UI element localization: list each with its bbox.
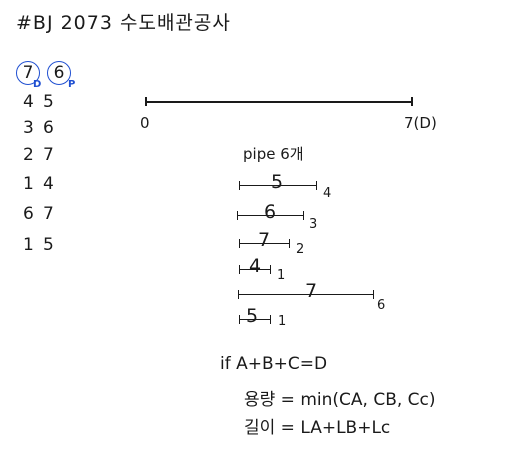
segment-length: 4 <box>323 186 332 201</box>
segment-capacity: 5 <box>246 305 259 327</box>
pipe-row: 15 <box>23 235 63 255</box>
pipe-length: 6 <box>23 204 34 224</box>
segment-capacity: 7 <box>258 229 271 251</box>
pipe-length: 2 <box>23 145 34 165</box>
segment-capacity: 5 <box>271 171 284 193</box>
pipe-row: 67 <box>23 204 63 224</box>
pipe-capacity: 7 <box>43 204 54 224</box>
pipe-length: 1 <box>23 174 34 194</box>
d-label: D <box>33 79 42 90</box>
pipe-length: 4 <box>23 92 34 112</box>
pipe-length: 3 <box>23 118 34 138</box>
segment-length: 2 <box>296 242 305 257</box>
segment-capacity: 7 <box>305 280 318 302</box>
pipe-length: 1 <box>23 235 34 255</box>
pipe-row: 36 <box>23 118 63 138</box>
segment-capacity: 4 <box>249 255 262 277</box>
capacity-formula: 용량 = min(CA, CB, Cc) <box>244 390 436 410</box>
p-label: P <box>68 79 76 90</box>
page-title: #BJ 2073 수도배관공사 <box>16 12 231 34</box>
segment-length: 1 <box>277 268 286 283</box>
pipe-row: 27 <box>23 145 63 165</box>
pipe-capacity: 5 <box>43 92 54 112</box>
pipe-capacity: 7 <box>43 145 54 165</box>
pipe-count-label: pipe 6개 <box>243 145 304 163</box>
axis-end-label: 7(D) <box>404 114 437 132</box>
pipe-capacity: 5 <box>43 235 54 255</box>
condition-formula: if A+B+C=D <box>220 354 328 374</box>
pipe-capacity: 4 <box>43 174 54 194</box>
pipe-row: 14 <box>23 174 63 194</box>
axis-start-tick <box>145 97 147 106</box>
segment-length: 6 <box>377 298 386 313</box>
pipe-capacity: 6 <box>43 118 54 138</box>
segment-length: 1 <box>278 314 287 329</box>
segment-length: 3 <box>309 217 318 232</box>
segment-capacity: 6 <box>264 201 277 223</box>
axis-end-tick <box>411 97 413 106</box>
length-formula: 길이 = LA+LB+Lc <box>244 418 391 438</box>
axis-start-label: 0 <box>140 114 150 132</box>
pipe-row: 45 <box>23 92 63 112</box>
distance-axis <box>145 101 413 103</box>
